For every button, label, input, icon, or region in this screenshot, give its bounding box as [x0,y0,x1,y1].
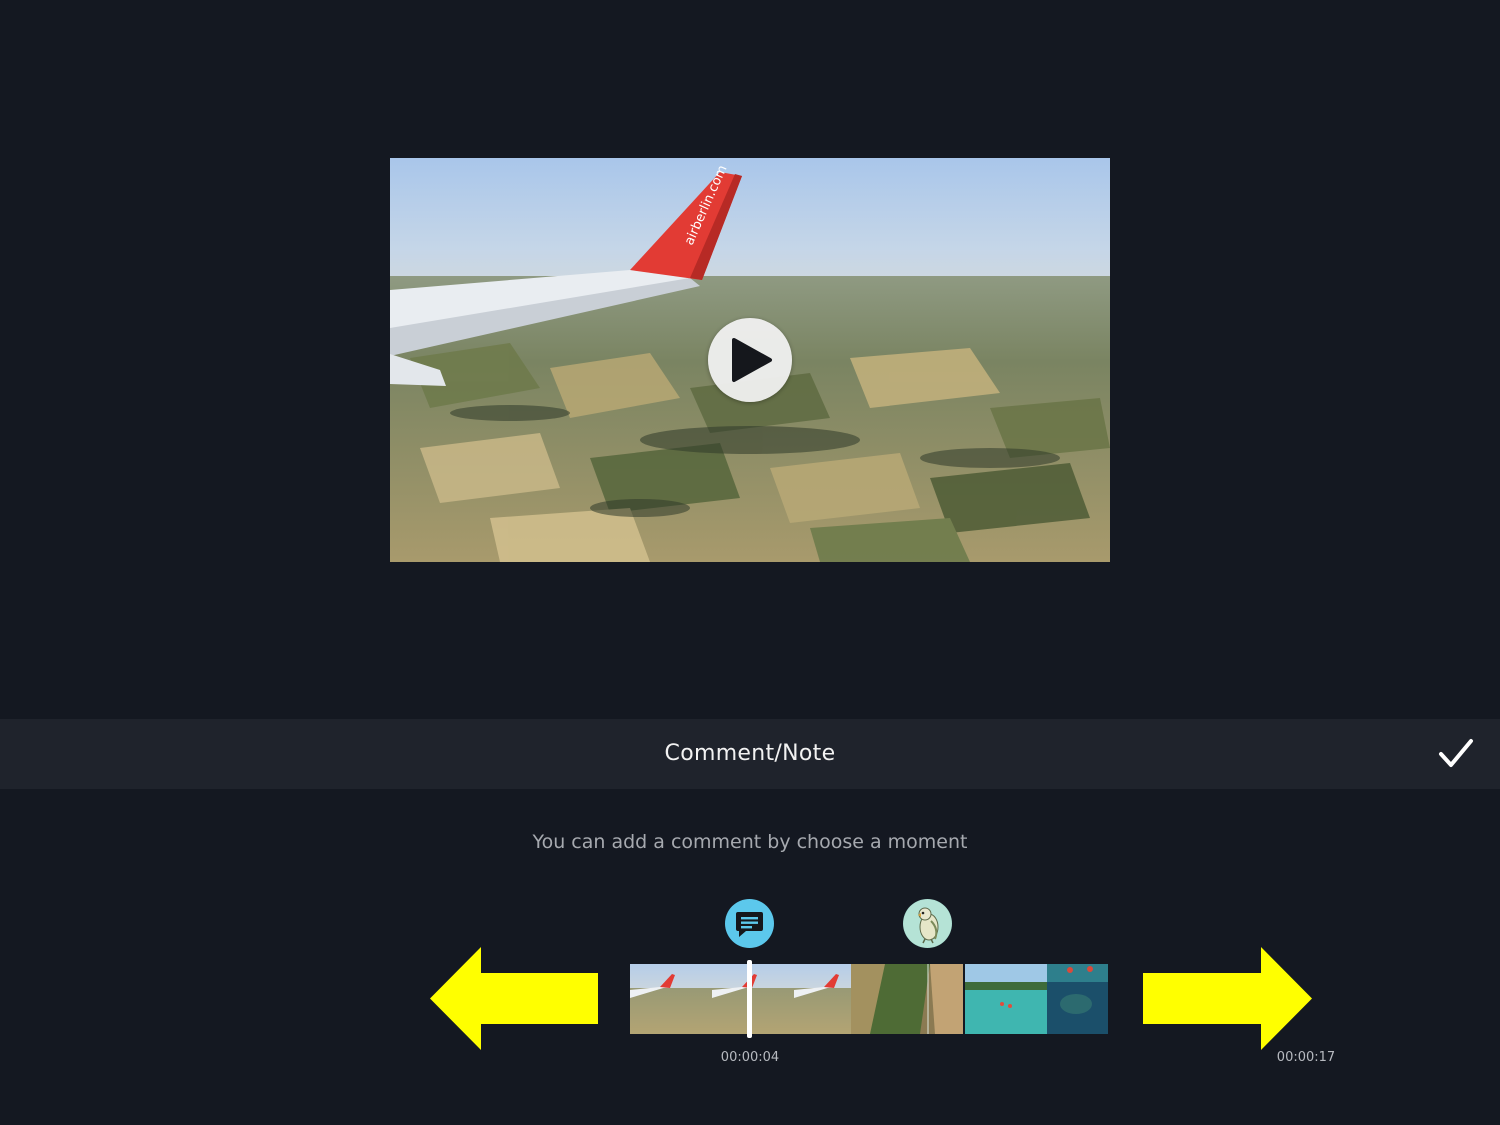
play-icon [732,338,772,382]
checkmark-icon [1439,739,1473,767]
thumbnail-underwater [1047,964,1108,1034]
thumbnail-airplane-1 [630,964,712,1034]
timeline-playhead[interactable] [747,960,752,1038]
thumbnail-airplane-2 [712,964,794,1034]
scroll-right-arrow[interactable] [1143,947,1312,1050]
video-preview[interactable]: airberlin.com [390,158,1110,562]
thumbnail-lake [965,964,1047,1034]
thumbnail-rocks [851,964,963,1034]
scroll-left-arrow[interactable] [430,947,598,1050]
total-time-label: 00:00:17 [1276,1050,1336,1065]
sticker-marker[interactable] [903,899,952,948]
bird-sticker-icon [903,899,952,948]
timeline-filmstrip[interactable] [630,964,1108,1034]
play-button[interactable] [708,318,792,402]
comment-marker[interactable] [725,899,774,948]
instruction-hint: You can add a comment by choose a moment [532,831,968,853]
thumbnail-airplane-3 [794,964,851,1034]
confirm-button[interactable] [1432,733,1480,775]
filmstrip-thumbnails [630,964,1108,1034]
arrow-right-icon [1143,947,1312,1050]
current-time-label: 00:00:04 [720,1050,780,1065]
comment-bubble-icon [736,912,763,937]
comment-note-editor: airberlin.com Comment/Note You can add a… [0,0,1500,1125]
panel-title: Comment/Note [664,741,836,766]
panel-header: Comment/Note [0,719,1500,789]
arrow-left-icon [430,947,598,1050]
